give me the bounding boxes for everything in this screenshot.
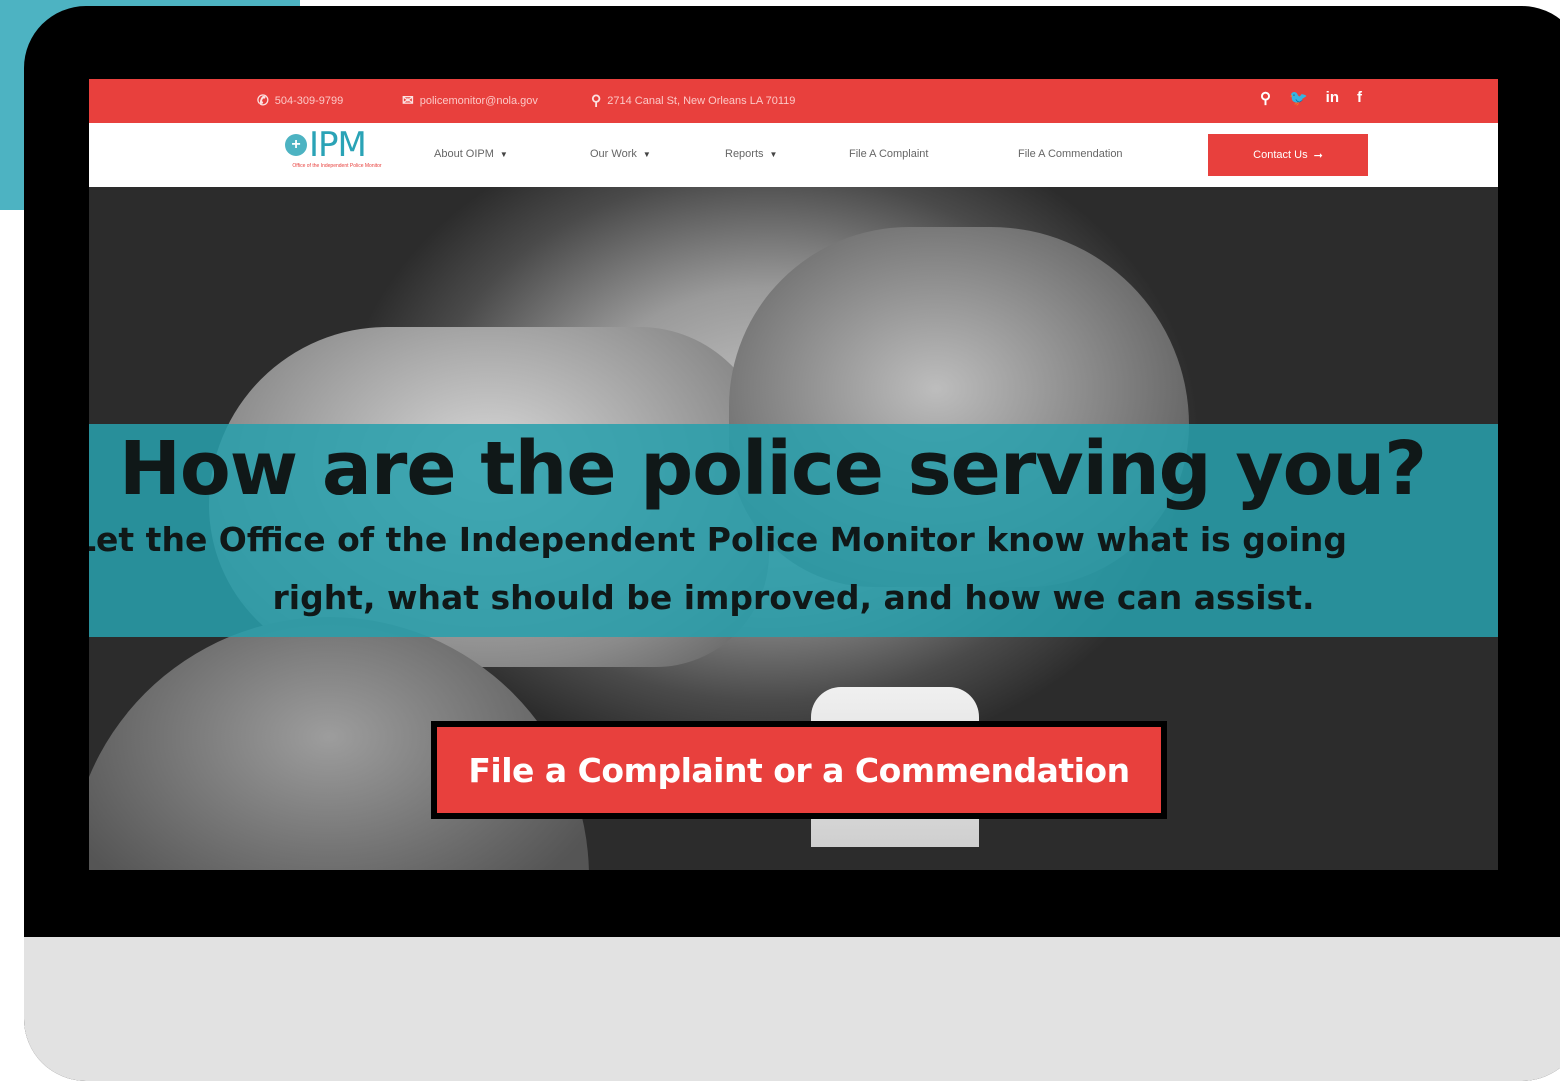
linkedin-icon[interactable]: in [1326,89,1339,107]
email-contact[interactable]: ✉ policemonitor@nola.gov [402,92,538,109]
contact-us-label: Contact Us [1253,149,1308,161]
main-navigation: + IPM Office of the Independent Police M… [89,123,1498,187]
hero-banner: How are the police serving you? Let the … [89,424,1498,637]
hero-subline: Let the Office of the Independent Police… [89,520,1347,559]
nav-label: File A Complaint [849,148,929,160]
logo-emblem-icon: + [285,134,307,156]
caret-down-icon: ▼ [769,149,778,159]
nav-label: Our Work [590,148,637,160]
monitor-chin [24,937,1560,1081]
hero-subline-second: right, what should be improved, and how … [272,578,1315,617]
nav-reports[interactable]: Reports ▼ [725,148,777,160]
logo-text: IPM [309,125,367,165]
caret-down-icon: ▼ [499,149,508,159]
search-icon[interactable]: ⚲ [1260,89,1271,107]
caret-down-icon: ▼ [642,149,651,159]
logo-tagline: Office of the Independent Police Monitor [292,163,382,169]
location-pin-icon: ⚲ [591,92,602,108]
phone-contact[interactable]: ✆ 504-309-9799 [257,92,343,109]
nav-our-work[interactable]: Our Work ▼ [590,148,651,160]
address-text: 2714 Canal St, New Orleans LA 70119 [607,94,796,107]
email-text: policemonitor@nola.gov [419,94,538,107]
nav-label: About OIPM [434,148,494,160]
monitor-frame: ✆ 504-309-9799 ✉ policemonitor@nola.gov … [24,6,1560,1081]
nav-about-oipm[interactable]: About OIPM ▼ [434,148,508,160]
phone-icon: ✆ [257,92,269,108]
social-links: ⚲ 🐦 in f [1260,89,1362,107]
nav-label: Reports [725,148,764,160]
nav-label: File A Commendation [1018,148,1123,160]
nav-file-commendation[interactable]: File A Commendation [1018,148,1123,160]
nav-file-complaint[interactable]: File A Complaint [849,148,928,160]
hero-section: How are the police serving you? Let the … [89,187,1498,870]
website-screen: ✆ 504-309-9799 ✉ policemonitor@nola.gov … [89,79,1498,870]
address-contact[interactable]: ⚲ 2714 Canal St, New Orleans LA 70119 [591,92,795,109]
arrow-right-icon: ➞ [1313,149,1323,162]
oipm-logo[interactable]: + IPM Office of the Independent Police M… [285,127,405,183]
facebook-icon[interactable]: f [1357,89,1362,107]
twitter-icon[interactable]: 🐦 [1289,89,1308,107]
phone-text: 504-309-9799 [274,94,344,107]
contact-bar: ✆ 504-309-9799 ✉ policemonitor@nola.gov … [89,79,1498,123]
contact-us-button[interactable]: Contact Us ➞ [1208,134,1368,176]
hero-headline: How are the police serving you? [119,426,1427,512]
envelope-icon: ✉ [402,92,414,108]
file-complaint-commendation-button[interactable]: File a Complaint or a Commendation [431,721,1167,819]
